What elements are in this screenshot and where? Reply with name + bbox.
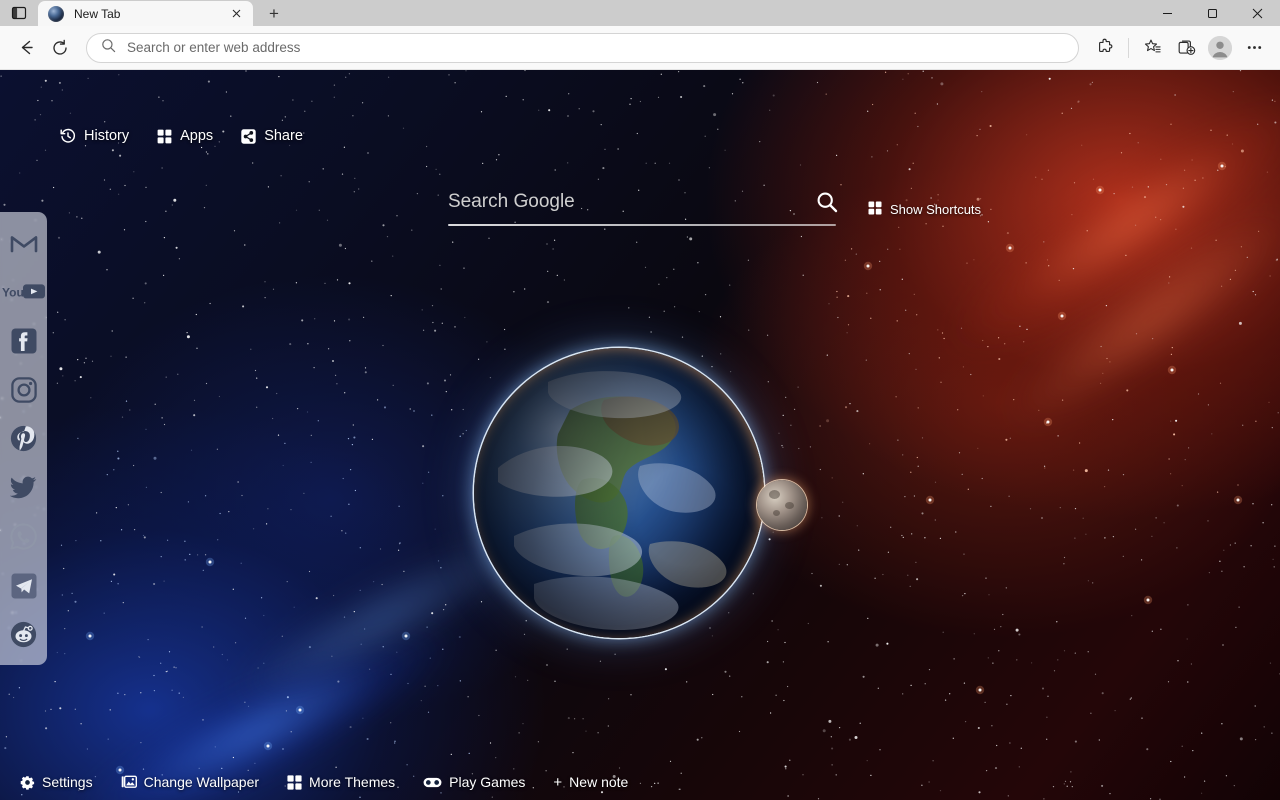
search-input[interactable] (448, 191, 806, 213)
new-tab-page: History Apps (0, 70, 1280, 800)
search-icon (101, 38, 116, 58)
bottom-play-games[interactable]: Play Games (423, 774, 525, 790)
youtube-icon: You (2, 282, 46, 301)
nav-share-label: Share (264, 128, 303, 144)
window-controls (1145, 0, 1280, 26)
history-clock-icon (60, 128, 76, 144)
minimize-icon[interactable] (1145, 0, 1190, 26)
grid-squares-icon (868, 201, 882, 218)
moon (757, 480, 807, 530)
bottom-play-games-label: Play Games (449, 774, 525, 790)
tab-title: New Tab (74, 7, 227, 21)
social-shortcut-pinterest[interactable] (0, 414, 47, 463)
bottom-toolbar: Settings Change Wallpaper (0, 764, 1280, 800)
reddit-icon (10, 621, 37, 648)
favorites-star-icon[interactable] (1136, 32, 1168, 64)
browser-toolbar: Search or enter web address (0, 26, 1280, 70)
extensions-puzzle-icon[interactable] (1089, 32, 1121, 64)
social-shortcut-twitter[interactable] (0, 463, 47, 512)
apps-grid-icon (157, 129, 172, 144)
nav-history[interactable]: History (60, 128, 129, 144)
bottom-more-themes[interactable]: More Themes (287, 774, 395, 790)
social-shortcut-telegram[interactable] (0, 561, 47, 610)
more-ellipsis-icon[interactable] (1238, 32, 1270, 64)
nav-apps-label: Apps (180, 128, 213, 144)
google-search-box (448, 182, 838, 226)
social-shortcut-reddit[interactable] (0, 610, 47, 659)
collections-icon[interactable] (1170, 32, 1202, 64)
show-shortcuts-label: Show Shortcuts (890, 202, 981, 217)
gmail-icon (10, 229, 38, 257)
toolbar-divider (1128, 38, 1129, 58)
planet-favicon (48, 6, 64, 22)
earth-sunlit-rim (474, 348, 764, 638)
reload-icon[interactable] (44, 32, 76, 64)
top-nav: History Apps (60, 128, 303, 144)
bottom-more-themes-label: More Themes (309, 774, 395, 790)
browser-window: New Tab + (0, 0, 1280, 800)
browser-tab[interactable]: New Tab (38, 1, 253, 26)
whatsapp-icon (10, 523, 37, 550)
search-magnifier-icon[interactable] (806, 191, 838, 213)
bottom-change-wallpaper[interactable]: Change Wallpaper (121, 774, 259, 790)
earth-planet (474, 348, 764, 638)
facebook-icon (11, 328, 37, 354)
social-shortcut-youtube[interactable]: You (0, 267, 47, 316)
gamepad-icon (423, 776, 442, 789)
twitter-icon (10, 476, 37, 500)
gear-icon (20, 775, 35, 790)
telegram-icon (11, 573, 37, 599)
show-shortcuts-button[interactable]: Show Shortcuts (868, 201, 981, 218)
search-underline (448, 224, 836, 226)
social-shortcut-whatsapp[interactable] (0, 512, 47, 561)
bottom-change-wallpaper-label: Change Wallpaper (144, 774, 259, 790)
bottom-new-note-label: New note (569, 774, 628, 790)
nav-share[interactable]: Share (241, 128, 303, 144)
social-shortcuts-sidebar: You (0, 212, 47, 665)
svg-text:You: You (2, 286, 24, 300)
new-tab-button[interactable]: + (259, 2, 289, 26)
share-icon (241, 129, 256, 144)
close-icon[interactable] (1235, 0, 1280, 26)
address-bar[interactable]: Search or enter web address (86, 33, 1079, 63)
image-icon (121, 775, 137, 790)
social-shortcut-instagram[interactable] (0, 365, 47, 414)
social-shortcut-facebook[interactable] (0, 316, 47, 365)
nav-apps[interactable]: Apps (157, 128, 213, 144)
pinterest-icon (10, 425, 37, 452)
close-icon[interactable] (227, 5, 245, 23)
plus-icon: + (553, 775, 562, 790)
sidebar-panel-icon[interactable] (0, 0, 38, 26)
grid-squares-icon (287, 775, 302, 790)
earth-sphere (474, 348, 764, 638)
tab-strip: New Tab + (0, 0, 1280, 26)
nav-history-label: History (84, 128, 129, 144)
social-shortcut-gmail[interactable] (0, 218, 47, 267)
bottom-new-note[interactable]: + New note (553, 774, 628, 790)
profile-avatar-icon[interactable] (1204, 32, 1236, 64)
maximize-icon[interactable] (1190, 0, 1235, 26)
back-arrow-icon[interactable] (10, 32, 42, 64)
address-bar-placeholder: Search or enter web address (127, 40, 300, 55)
bottom-settings-label: Settings (42, 774, 93, 790)
instagram-icon (11, 377, 37, 403)
avatar (1208, 36, 1232, 60)
bottom-settings[interactable]: Settings (20, 774, 93, 790)
